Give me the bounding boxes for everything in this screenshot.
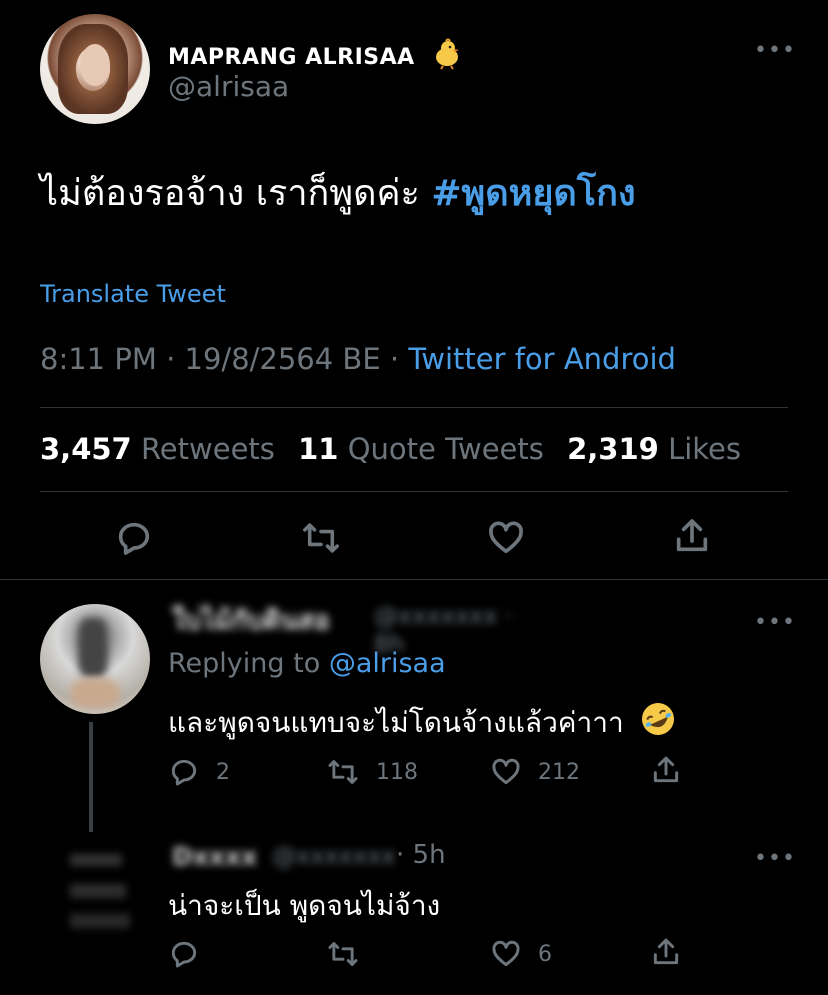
replying-to-handle[interactable]: @alrisaa: [329, 648, 446, 679]
translate-tweet-link[interactable]: Translate Tweet: [40, 280, 226, 308]
share-icon: [653, 756, 679, 783]
reply-2-share-button[interactable]: [650, 936, 682, 968]
reply-1-retweet-button[interactable]: 118: [326, 756, 418, 788]
reply-1-share-button[interactable]: [650, 754, 682, 786]
reply-text: และพูดจนแทบจะไม่โดนจ้างแล้วค่าาา: [168, 700, 677, 745]
reply-2-reply-button[interactable]: [168, 938, 216, 970]
replying-to: Replying to @alrisaa: [168, 648, 446, 679]
author-avatar[interactable]: [40, 14, 150, 124]
meta-separator: ·: [156, 342, 185, 376]
rofl-icon: [639, 700, 677, 745]
retweet-icon: [303, 523, 339, 553]
reply-count: 2: [216, 759, 230, 785]
tweet-text: ไม่ต้องรอจ้าง เราก็พูดค่ะ #พูดหยุดโกง: [40, 172, 636, 215]
share-button[interactable]: [672, 516, 712, 556]
author-handle[interactable]: @alrisaa: [168, 70, 289, 103]
reply-2-author-name: Dxxxx: [172, 842, 258, 871]
heart-icon: [489, 521, 523, 554]
section-divider: [0, 579, 828, 580]
retweet-button[interactable]: [300, 518, 342, 558]
divider: [40, 491, 788, 492]
hashtag-link[interactable]: #พูดหยุดโกง: [431, 173, 635, 214]
reply-2-time[interactable]: · 5h: [396, 840, 446, 870]
reply-2-like-button[interactable]: 6: [490, 938, 552, 970]
reply-2-retweet-button[interactable]: [326, 938, 376, 970]
reply-icon: [171, 759, 197, 786]
replying-to-prefix: Replying to: [168, 648, 329, 679]
reply-more-options-icon[interactable]: •••: [754, 612, 796, 634]
retweet-icon: [328, 942, 358, 966]
tweet-date[interactable]: 19/8/2564 BE: [185, 342, 381, 376]
reply-2-avatar[interactable]: [40, 842, 150, 952]
tweet-text-body: ไม่ต้องรอจ้าง เราก็พูดค่ะ: [40, 173, 432, 214]
likes-stat[interactable]: 2,319 Likes: [567, 432, 755, 466]
tweet-source-link[interactable]: Twitter for Android: [408, 342, 676, 376]
divider: [40, 407, 788, 408]
heart-icon: [492, 940, 520, 967]
heart-icon: [492, 758, 520, 785]
retweets-stat[interactable]: 3,457 Retweets: [40, 432, 289, 466]
like-button[interactable]: [486, 518, 526, 558]
thread-line: [89, 722, 93, 832]
reply-author[interactable]: ใบไม้กับดินสอ @xxxxxxx · 8h: [168, 598, 548, 658]
reply-icon: [118, 522, 150, 555]
quote-tweets-stat[interactable]: 11 Quote Tweets: [298, 432, 558, 466]
meta-separator-2: ·: [380, 342, 409, 376]
reply-2-author-handle: @xxxxxxx: [272, 842, 396, 870]
reply-icon: [171, 941, 197, 968]
more-options-icon[interactable]: •••: [754, 40, 796, 62]
like-count: 212: [538, 759, 580, 785]
like-count: 6: [538, 941, 552, 967]
reply-text-body: และพูดจนแทบจะไม่โดนจ้างแล้วค่าาา: [168, 706, 624, 739]
chick-icon: [431, 38, 463, 76]
reply-1-like-button[interactable]: 212: [490, 756, 580, 788]
tweet-stats: 3,457 Retweets 11 Quote Tweets 2,319 Lik…: [40, 432, 755, 466]
reply-button[interactable]: [114, 518, 154, 558]
reply-2-more-options-icon[interactable]: •••: [754, 848, 796, 870]
retweet-icon: [328, 760, 358, 784]
display-name-text: MAPRANG ALRISAA: [168, 45, 415, 70]
reply-2-author[interactable]: Dxxxx @xxxxxxx · 5h: [168, 840, 468, 872]
retweet-count: 118: [376, 759, 418, 785]
share-icon: [653, 938, 679, 965]
reply-author-name: ใบไม้กับดินสอ: [172, 606, 330, 636]
reply-avatar[interactable]: [40, 604, 150, 714]
tweet-time[interactable]: 8:11 PM: [40, 342, 157, 376]
tweet-meta: 8:11 PM · 19/8/2564 BE · Twitter for And…: [40, 342, 676, 376]
reply-1-reply-button[interactable]: 2: [168, 756, 230, 788]
reply-2-text: น่าจะเป็น พูดจนไม่จ้าง: [168, 889, 441, 922]
share-icon: [676, 519, 708, 552]
